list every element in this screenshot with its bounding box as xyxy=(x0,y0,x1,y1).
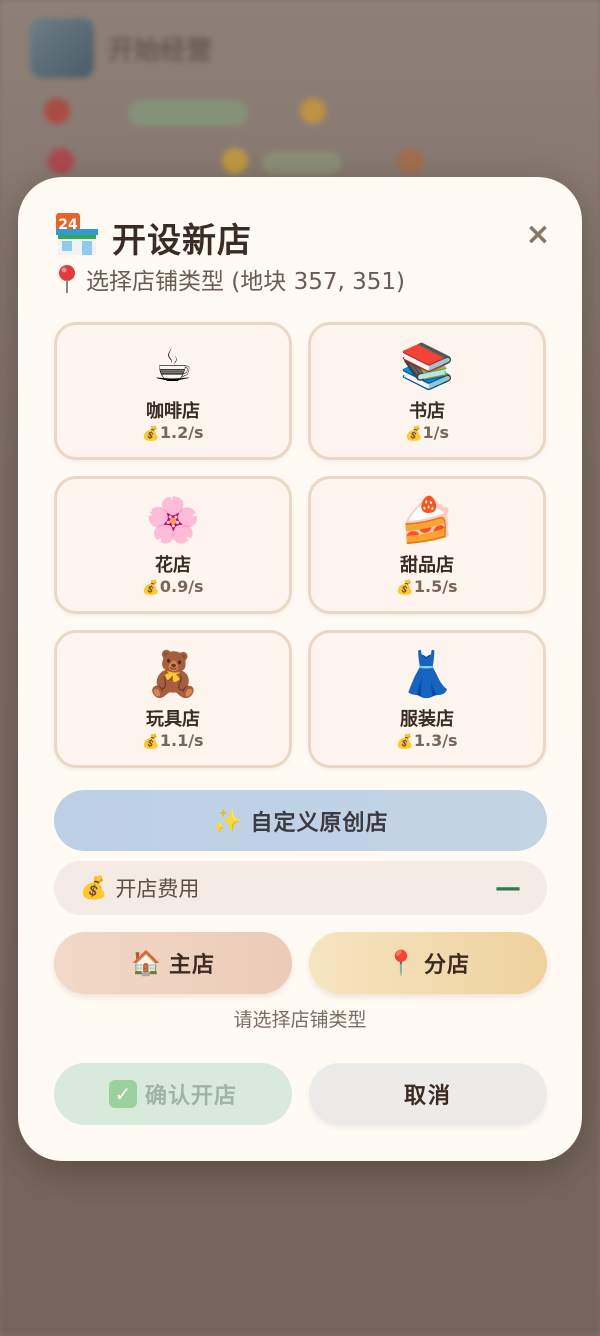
rate-value: 1/s xyxy=(422,423,449,442)
shop-income-rate: 💰0.9/s xyxy=(57,577,289,596)
shop-card-dessert[interactable]: 🍰 甜品店 💰1.5/s xyxy=(308,476,546,614)
shop-name: 咖啡店 xyxy=(146,401,200,422)
rate-value: 1.3/s xyxy=(413,731,458,750)
branch-store-button[interactable]: 📍 分店 xyxy=(309,932,547,994)
shop-income-rate: 💰1.2/s xyxy=(57,423,289,442)
shop-card-toy[interactable]: 🧸 玩具店 💰1.1/s xyxy=(54,630,292,768)
branch-store-label: 分店 xyxy=(423,953,470,978)
main-store-label: 主店 xyxy=(168,953,215,978)
dialog-subtitle: 选择店铺类型 (地块 357, 351) xyxy=(56,263,405,295)
shop-name: 甜品店 xyxy=(400,555,454,576)
rate-value: 1.5/s xyxy=(413,577,458,596)
shop-type-grid: ☕ 咖啡店 💰1.2/s 📚 书店 💰1/s 🌸 花店 💰0.9/s 🍰 甜品店… xyxy=(54,322,546,770)
sparkle-icon: ✨ xyxy=(212,806,243,835)
rate-value: 1.1/s xyxy=(159,731,204,750)
coffee-icon: ☕ xyxy=(153,341,193,392)
cherry-blossom-icon: 🌸 xyxy=(145,495,201,546)
shop-card-flower[interactable]: 🌸 花店 💰0.9/s xyxy=(54,476,292,614)
confirm-open-button[interactable]: ✓ 确认开店 xyxy=(54,1063,292,1125)
shop-income-rate: 💰1.1/s xyxy=(57,731,289,750)
opening-cost-label: 开店费用 xyxy=(115,877,200,901)
shop-income-rate: 💰1.3/s xyxy=(311,731,543,750)
moneybag-icon: 💰 xyxy=(142,734,160,750)
new-store-dialog: 24 开设新店 × 选择店铺类型 (地块 357, 351) ☕ 咖啡店 💰1.… xyxy=(18,177,582,1161)
shop-card-coffee[interactable]: ☕ 咖啡店 💰1.2/s xyxy=(54,322,292,460)
opening-cost-value: — xyxy=(495,873,521,903)
cancel-label: 取消 xyxy=(403,1084,452,1109)
books-icon: 📚 xyxy=(399,341,455,392)
subtitle-text: 选择店铺类型 (地块 357, 351) xyxy=(86,269,405,295)
shop-income-rate: 💰1.5/s xyxy=(311,577,543,596)
confirm-open-label: 确认开店 xyxy=(144,1084,237,1109)
house-icon: 🏠 xyxy=(131,949,161,977)
moneybag-icon: 💰 xyxy=(405,426,423,442)
shop-card-clothing[interactable]: 👗 服装店 💰1.3/s xyxy=(308,630,546,768)
shop-income-rate: 💰1/s xyxy=(311,423,543,442)
moneybag-icon: 💰 xyxy=(142,580,160,596)
moneybag-icon: 💰 xyxy=(396,580,414,596)
dress-icon: 👗 xyxy=(399,649,455,700)
dialog-title: 开设新店 xyxy=(112,221,252,261)
teddy-bear-icon: 🧸 xyxy=(145,649,201,700)
rate-value: 0.9/s xyxy=(159,577,204,596)
pin-icon: 📍 xyxy=(386,949,416,977)
cake-icon: 🍰 xyxy=(399,495,455,546)
shop-name: 书店 xyxy=(409,401,445,422)
custom-store-label: 自定义原创店 xyxy=(250,810,389,836)
cancel-button[interactable]: 取消 xyxy=(309,1063,547,1125)
rate-value: 1.2/s xyxy=(159,423,204,442)
selection-hint: 请选择店铺类型 xyxy=(233,1009,367,1031)
check-icon: ✓ xyxy=(108,1080,137,1108)
moneybag-icon: 💰 xyxy=(142,426,160,442)
shop-name: 花店 xyxy=(155,555,191,576)
moneybag-icon: 💰 xyxy=(396,734,414,750)
close-button[interactable]: × xyxy=(520,217,556,253)
shop-name: 服装店 xyxy=(400,709,454,730)
moneybag-icon: 💰 xyxy=(80,875,108,901)
opening-cost-row: 💰 开店费用 — xyxy=(54,861,547,915)
convenience-store-icon: 24 xyxy=(56,213,98,255)
shop-name: 玩具店 xyxy=(146,709,200,730)
main-store-button[interactable]: 🏠 主店 xyxy=(54,932,292,994)
pin-icon xyxy=(59,265,75,293)
shop-card-bookstore[interactable]: 📚 书店 💰1/s xyxy=(308,322,546,460)
custom-store-button[interactable]: ✨ 自定义原创店 xyxy=(54,790,547,851)
